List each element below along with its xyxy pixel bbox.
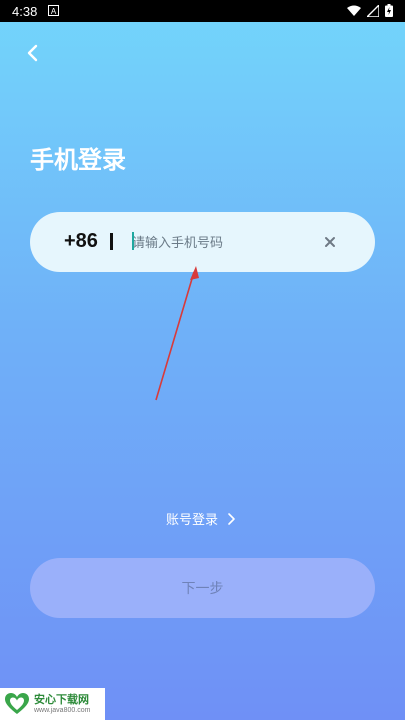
clear-button[interactable]: [320, 232, 340, 252]
signal-icon: [367, 4, 379, 17]
account-login-link[interactable]: 账号登录: [166, 509, 236, 528]
page-title: 手机登录: [30, 146, 126, 174]
text-caret: [132, 232, 134, 250]
status-bar: 4:38 A: [0, 0, 405, 22]
status-time: 4:38: [12, 4, 38, 19]
country-code-divider: [110, 233, 113, 250]
country-code[interactable]: +86: [64, 230, 98, 253]
account-login-label: 账号登录: [166, 513, 219, 528]
phone-input[interactable]: [130, 228, 314, 258]
battery-icon: [385, 4, 393, 17]
site-watermark: 安心下载网 www.java800.com: [0, 688, 105, 720]
watermark-text: 安心下载网 www.java800.com: [34, 694, 90, 714]
annotation-arrow: [155, 266, 199, 401]
back-button[interactable]: [20, 40, 48, 68]
chevron-left-icon: [27, 44, 38, 62]
heart-logo-icon: [5, 693, 29, 714]
watermark-title: 安心下载网: [34, 693, 89, 706]
chevron-right-icon: [228, 512, 235, 525]
next-button[interactable]: 下一步: [30, 558, 375, 618]
close-icon: [325, 237, 335, 247]
notification-icon: A: [48, 5, 59, 16]
watermark-subtitle: www.java800.com: [34, 707, 91, 714]
wifi-icon: [347, 5, 361, 16]
status-icons: [347, 4, 393, 17]
